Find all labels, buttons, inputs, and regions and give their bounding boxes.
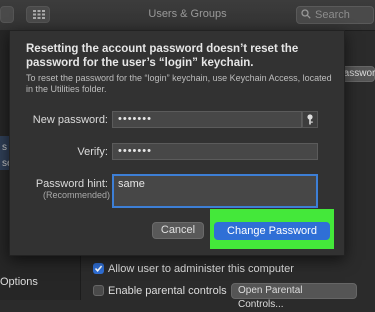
- open-parental-controls-button[interactable]: Open Parental Controls...: [231, 283, 357, 310]
- new-password-label: New password:: [32, 114, 108, 126]
- password-hint-label: Password hint:: [35, 178, 108, 190]
- reset-password-sheet: Resetting the account password doesn’t r…: [9, 30, 345, 256]
- admin-checkbox-label: Allow user to administer this computer: [108, 263, 294, 275]
- admin-checkbox[interactable]: [93, 263, 104, 274]
- parental-checkbox[interactable]: [93, 285, 104, 296]
- search-input[interactable]: Search: [296, 6, 374, 24]
- search-icon: [301, 9, 311, 19]
- search-placeholder: Search: [315, 9, 350, 21]
- checkmark-icon: [94, 265, 103, 273]
- window-titlebar: Users & Groups Search: [0, 0, 375, 31]
- parental-checkbox-label: Enable parental controls: [108, 285, 227, 297]
- password-hint-field[interactable]: same: [112, 174, 318, 208]
- login-options-item[interactable]: Options: [0, 276, 38, 288]
- key-icon: [307, 114, 313, 125]
- sidebar-partial-text: s: [2, 142, 7, 153]
- sheet-note: To reset the password for the “login” ke…: [26, 73, 332, 94]
- open-parental-controls-label: Open Parental Controls...: [238, 285, 303, 310]
- verify-label: Verify:: [77, 146, 108, 158]
- verify-field[interactable]: •••••••: [112, 143, 318, 160]
- password-assistant-button[interactable]: [302, 111, 318, 128]
- sheet-heading: Resetting the account password doesn’t r…: [26, 43, 299, 69]
- new-password-field[interactable]: •••••••: [112, 111, 302, 128]
- cancel-button[interactable]: Cancel: [152, 222, 204, 239]
- change-password-button[interactable]: Change Password: [214, 222, 330, 240]
- password-hint-sublabel: (Recommended): [42, 190, 110, 200]
